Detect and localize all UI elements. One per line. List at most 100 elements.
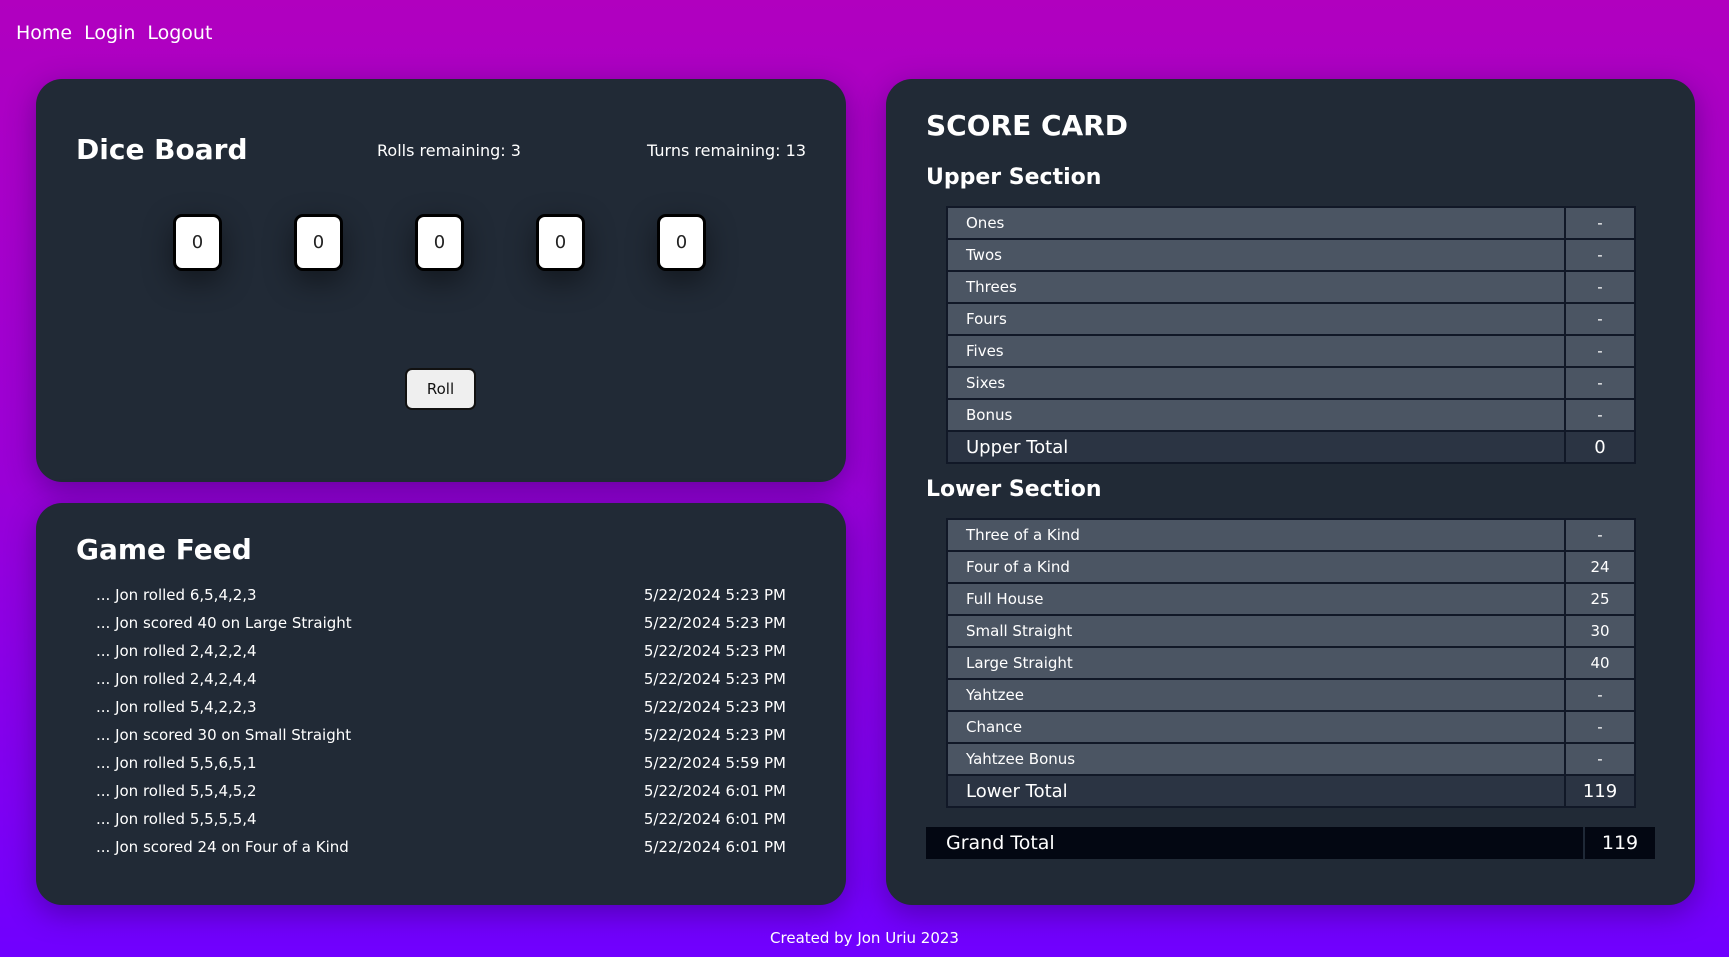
die-3[interactable]: 0 [415, 214, 464, 271]
feed-entry-time: 5/22/2024 5:23 PM [643, 586, 786, 604]
score-value: - [1564, 206, 1636, 240]
score-row-ones[interactable]: Ones - [946, 206, 1636, 240]
score-row-threes[interactable]: Threes - [946, 270, 1636, 304]
score-row-twos[interactable]: Twos - [946, 238, 1636, 272]
lower-total-row: Lower Total 119 [946, 774, 1636, 808]
score-label: Sixes [946, 366, 1566, 400]
score-value: - [1564, 742, 1636, 776]
score-label: Twos [946, 238, 1566, 272]
feed-entry: ... Jon scored 24 on Four of a Kind 5/22/… [96, 838, 786, 866]
feed-entry: ... Jon rolled 5,4,2,2,3 5/22/2024 5:23 P… [96, 698, 786, 726]
feed-entry: ... Jon rolled 2,4,2,2,4 5/22/2024 5:23 P… [96, 642, 786, 670]
nav-logout-link[interactable]: Logout [147, 22, 212, 44]
feed-entry-time: 5/22/2024 6:01 PM [643, 810, 786, 828]
score-value: - [1564, 334, 1636, 368]
feed-entry: ... Jon rolled 5,5,4,5,2 5/22/2024 6:01 P… [96, 782, 786, 810]
nav-home-link[interactable]: Home [16, 22, 72, 44]
feed-entry: ... Jon rolled 6,5,4,2,3 5/22/2024 5:23 P… [96, 586, 786, 614]
score-row-sixes[interactable]: Sixes - [946, 366, 1636, 400]
top-nav: Home Login Logout [16, 22, 212, 44]
feed-entry-text: ... Jon scored 30 on Small Straight [96, 726, 352, 744]
lower-section-table: Three of a Kind - Four of a Kind 24 Full H… [946, 518, 1636, 808]
feed-entry-time: 5/22/2024 5:23 PM [643, 642, 786, 660]
upper-section-title: Upper Section [926, 165, 1102, 190]
die-5[interactable]: 0 [657, 214, 706, 271]
grand-total-label: Grand Total [946, 832, 1055, 854]
feed-entry: ... Jon rolled 2,4,2,4,4 5/22/2024 5:23 P… [96, 670, 786, 698]
score-label: Yahtzee [946, 678, 1566, 712]
score-label: Chance [946, 710, 1566, 744]
score-row-full-house[interactable]: Full House 25 [946, 582, 1636, 616]
score-value: - [1564, 398, 1636, 432]
lower-total-label: Lower Total [946, 774, 1566, 808]
die-2[interactable]: 0 [294, 214, 343, 271]
feed-entry-time: 5/22/2024 5:23 PM [643, 614, 786, 632]
score-label: Threes [946, 270, 1566, 304]
game-feed-panel: Game Feed ... Jon rolled 6,5,4,2,3 5/22/2… [36, 503, 846, 905]
rolls-remaining: Rolls remaining: 3 [377, 141, 521, 160]
feed-entry-text: ... Jon rolled 2,4,2,2,4 [96, 642, 257, 660]
score-value: - [1564, 302, 1636, 336]
grand-total-value: 119 [1583, 827, 1655, 859]
score-label: Bonus [946, 398, 1566, 432]
nav-login-link[interactable]: Login [84, 22, 135, 44]
score-row-fours[interactable]: Fours - [946, 302, 1636, 336]
feed-entry-time: 5/22/2024 5:59 PM [643, 754, 786, 772]
score-label: Three of a Kind [946, 518, 1566, 552]
feed-entry: ... Jon scored 30 on Small Straight 5/22/… [96, 726, 786, 754]
score-row-large-straight[interactable]: Large Straight 40 [946, 646, 1636, 680]
score-row-three-of-a-kind[interactable]: Three of a Kind - [946, 518, 1636, 552]
score-value: - [1564, 238, 1636, 272]
dice-board-panel: Dice Board Rolls remaining: 3 Turns rema… [36, 79, 846, 482]
lower-total-value: 119 [1564, 774, 1636, 808]
feed-entry: ... Jon rolled 5,5,5,5,4 5/22/2024 6:01 P… [96, 810, 786, 838]
score-row-yahtzee[interactable]: Yahtzee - [946, 678, 1636, 712]
score-value: 25 [1564, 582, 1636, 616]
upper-total-value: 0 [1564, 430, 1636, 464]
feed-entry-time: 5/22/2024 6:01 PM [643, 782, 786, 800]
feed-entry-text: ... Jon rolled 5,5,4,5,2 [96, 782, 257, 800]
score-value: - [1564, 518, 1636, 552]
die-4[interactable]: 0 [536, 214, 585, 271]
score-label: Fours [946, 302, 1566, 336]
feed-entry: ... Jon rolled 5,5,6,5,1 5/22/2024 5:59 P… [96, 754, 786, 782]
feed-entry-text: ... Jon rolled 5,4,2,2,3 [96, 698, 257, 716]
turns-remaining: Turns remaining: 13 [647, 141, 806, 160]
game-feed-title: Game Feed [76, 533, 252, 566]
score-card-panel: SCORE CARD Upper Section Ones - Twos - Thr… [886, 79, 1695, 905]
score-label: Ones [946, 206, 1566, 240]
game-feed-list: ... Jon rolled 6,5,4,2,3 5/22/2024 5:23 P… [96, 586, 786, 866]
score-row-chance[interactable]: Chance - [946, 710, 1636, 744]
score-value: - [1564, 710, 1636, 744]
score-row-small-straight[interactable]: Small Straight 30 [946, 614, 1636, 648]
roll-button[interactable]: Roll [405, 368, 476, 410]
score-label: Yahtzee Bonus [946, 742, 1566, 776]
upper-total-row: Upper Total 0 [946, 430, 1636, 464]
feed-entry-time: 5/22/2024 5:23 PM [643, 698, 786, 716]
score-label: Small Straight [946, 614, 1566, 648]
feed-entry-text: ... Jon rolled 6,5,4,2,3 [96, 586, 257, 604]
score-row-four-of-a-kind[interactable]: Four of a Kind 24 [946, 550, 1636, 584]
score-label: Fives [946, 334, 1566, 368]
score-label: Four of a Kind [946, 550, 1566, 584]
feed-entry-text: ... Jon rolled 5,5,6,5,1 [96, 754, 257, 772]
dice-board-title: Dice Board [76, 133, 248, 166]
score-row-fives[interactable]: Fives - [946, 334, 1636, 368]
score-label: Full House [946, 582, 1566, 616]
upper-total-label: Upper Total [946, 430, 1566, 464]
die-1[interactable]: 0 [173, 214, 222, 271]
feed-entry-text: ... Jon rolled 2,4,2,4,4 [96, 670, 257, 688]
score-value: 40 [1564, 646, 1636, 680]
feed-entry-time: 5/22/2024 5:23 PM [643, 670, 786, 688]
score-label: Large Straight [946, 646, 1566, 680]
grand-total-row: Grand Total 119 [926, 827, 1655, 859]
score-row-bonus: Bonus - [946, 398, 1636, 432]
feed-entry-text: ... Jon scored 40 on Large Straight [96, 614, 352, 632]
score-value: - [1564, 366, 1636, 400]
feed-entry-time: 5/22/2024 5:23 PM [643, 726, 786, 744]
upper-section-table: Ones - Twos - Threes - Fours - Fives - Sixes -… [946, 206, 1636, 464]
lower-section-title: Lower Section [926, 477, 1102, 502]
score-value: - [1564, 678, 1636, 712]
score-row-yahtzee-bonus: Yahtzee Bonus - [946, 742, 1636, 776]
score-value: 24 [1564, 550, 1636, 584]
